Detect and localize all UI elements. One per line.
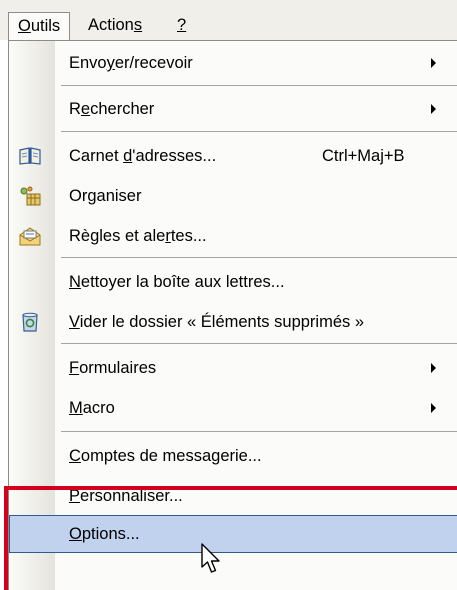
menu-item-send-receive[interactable]: Envoyer/recevoir [9,44,457,82]
menu-item-label: Personnaliser... [69,487,183,505]
address-book-icon [19,147,41,165]
menu-item-label: Options... [69,525,140,543]
organize-icon [20,186,41,206]
menu-item-label: Macro [69,399,115,417]
menu-item-label: Règles et alertes... [69,227,207,245]
menu-item-forms[interactable]: Formulaires [9,349,457,387]
mouse-pointer-icon [201,543,220,573]
menu-item-options[interactable]: Options... [9,515,457,553]
rules-alerts-icon [19,227,41,246]
menu-item-email-accounts[interactable]: Comptes de messagerie... [9,437,457,475]
menu-item-label: Rechercher [69,100,155,118]
menu-item-mailbox-cleanup[interactable]: Nettoyer la boîte aux lettres... [9,263,457,301]
menu-separator [61,431,457,432]
menu-item-customize[interactable]: Personnaliser... [9,477,457,515]
menu-item-label: Envoyer/recevoir [69,54,193,72]
menu-item-address-book[interactable]: Carnet d'adresses... Ctrl+Maj+B [9,137,457,175]
menu-item-label: Formulaires [69,359,157,377]
menu-item-shortcut: Ctrl+Maj+B [322,147,405,165]
submenu-arrow-icon [431,363,436,373]
recycle-bin-icon [22,312,38,332]
menu-item-empty-deleted[interactable]: Vider le dossier « Éléments supprimés » [9,303,457,341]
menu-item-label: Organiser [69,187,142,205]
menu-outils-label-rest: utils [30,17,61,35]
menu-help[interactable]: ? [168,12,195,40]
menu-actions-mnemonic: s [133,16,143,34]
menu-outils-mnemonic: O [18,17,31,35]
menu-item-label: Nettoyer la boîte aux lettres... [69,273,285,291]
menu-separator [61,343,457,344]
tools-dropdown-menu: Envoyer/recevoir Rechercher Carnet d'adr… [8,40,457,590]
menu-separator [61,257,457,258]
menu-actions[interactable]: Actions [79,12,151,40]
menu-item-search[interactable]: Rechercher [9,90,457,128]
menu-item-label: Comptes de messagerie... [69,447,262,465]
submenu-arrow-icon [431,58,436,68]
menu-actions-label-start: Action [88,16,134,34]
menu-outils[interactable]: Outils [8,12,71,41]
menu-item-label: Vider le dossier « Éléments supprimés » [69,313,365,331]
menu-item-organize[interactable]: Organiser [9,177,457,215]
submenu-arrow-icon [431,104,436,114]
submenu-arrow-icon [431,403,436,413]
menu-help-label: ? [177,16,187,34]
menu-separator [61,131,457,132]
menu-item-label: Carnet d'adresses... [69,147,217,165]
menu-bar: Outils Actions ? [0,0,457,41]
menu-separator [61,85,457,86]
menu-item-rules-alerts[interactable]: Règles et alertes... [9,217,457,255]
menu-item-macro[interactable]: Macro [9,389,457,427]
